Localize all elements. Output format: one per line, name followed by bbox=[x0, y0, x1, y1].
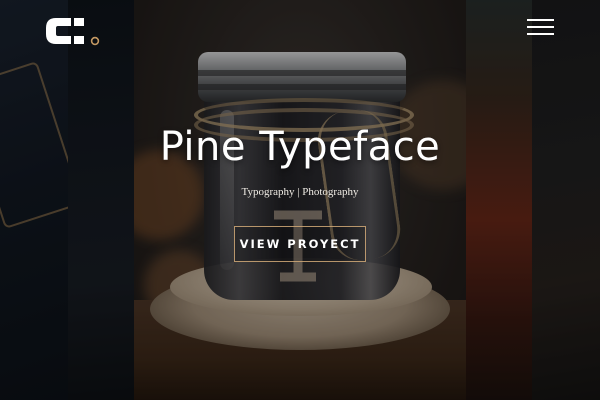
menu-line bbox=[527, 33, 554, 35]
project-panel-1[interactable] bbox=[0, 0, 68, 400]
project-panel-5[interactable] bbox=[532, 0, 600, 400]
hero-subtitle: Typography | Photography bbox=[241, 186, 359, 198]
portfolio-slider bbox=[0, 0, 600, 400]
hero-overlay bbox=[134, 0, 466, 400]
view-project-button[interactable]: VIEW PROYECT bbox=[234, 226, 366, 262]
panel-shade bbox=[532, 0, 600, 400]
menu-line bbox=[527, 19, 554, 21]
project-panel-4[interactable] bbox=[466, 0, 532, 400]
hamburger-menu-icon[interactable] bbox=[524, 16, 558, 38]
brand-c-logo-icon[interactable] bbox=[44, 14, 104, 48]
menu-line bbox=[527, 26, 554, 28]
panel-shade bbox=[0, 0, 68, 400]
project-panel-2[interactable] bbox=[68, 0, 134, 400]
panel-shade bbox=[466, 0, 532, 400]
hero-title: Pine Typeface bbox=[159, 124, 441, 170]
panel-shade bbox=[68, 0, 134, 400]
hero-project-image bbox=[134, 0, 466, 400]
